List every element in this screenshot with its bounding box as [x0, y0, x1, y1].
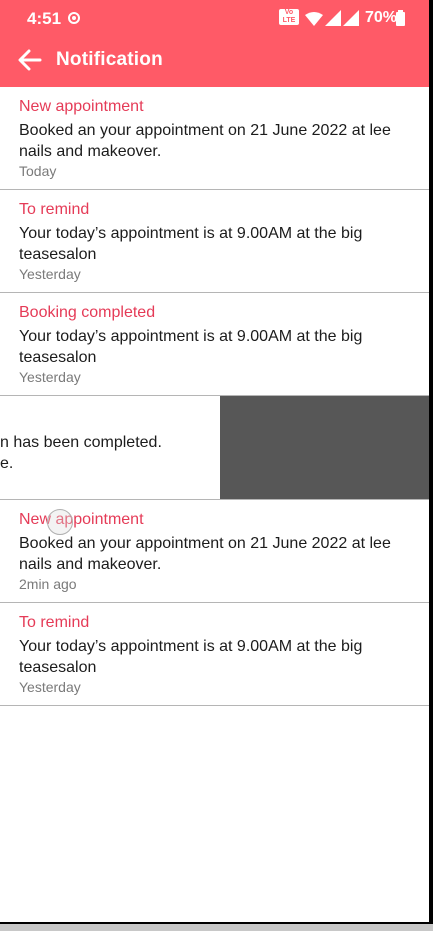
notification-title: New appointment: [19, 98, 144, 115]
notification-list: New appointment Booked an your appointme…: [0, 87, 429, 706]
notification-time: Yesterday: [19, 266, 81, 282]
notification-screen: 4:51 Vo LTE 70% Notification New appointm…: [0, 0, 429, 922]
notification-item[interactable]: New appointment Booked an your appointme…: [0, 500, 429, 603]
wifi-icon: [305, 12, 323, 26]
page-title: Notification: [56, 49, 163, 70]
back-arrow-icon[interactable]: [18, 49, 42, 71]
notification-body: Your today’s appointment is at 9.00AM at…: [19, 225, 363, 263]
notification-body: Booked an your appointment on 21 June 20…: [19, 535, 391, 573]
notification-title: Booking completed: [19, 304, 156, 321]
signal-strength-2-icon: [343, 10, 359, 26]
swiped-notification-item[interactable]: n has been completed. e.: [0, 396, 429, 500]
signal-strength-icon: [325, 10, 341, 26]
touch-ripple-icon: [47, 509, 73, 535]
notification-item[interactable]: To remind Your today’s appointment is at…: [0, 603, 429, 706]
notification-body: Your today’s appointment is at 9.00AM at…: [19, 328, 363, 366]
notification-body: Booked an your appointment on 21 June 20…: [19, 122, 391, 160]
volte-icon: Vo LTE: [279, 9, 299, 25]
notification-time: Yesterday: [19, 369, 81, 385]
notification-item[interactable]: Booking completed Your today’s appointme…: [0, 293, 429, 396]
status-bar: 4:51 Vo LTE 70%: [0, 0, 429, 36]
notification-item[interactable]: New appointment Booked an your appointme…: [0, 87, 429, 190]
notification-body: Your today’s appointment is at 9.00AM at…: [19, 638, 363, 676]
notification-title: New appointment: [19, 511, 144, 528]
bottom-edge-bar: [0, 924, 433, 931]
swiped-body-line2: e.: [0, 455, 14, 472]
swipe-action-area[interactable]: [220, 396, 429, 499]
swiped-notification-body: n has been completed. e.: [0, 432, 162, 474]
notification-item[interactable]: To remind Your today’s appointment is at…: [0, 190, 429, 293]
battery-icon: [396, 10, 405, 26]
status-time: 4:51: [27, 9, 62, 28]
notification-time: Yesterday: [19, 679, 81, 695]
battery-percent: 70%: [365, 9, 398, 26]
notification-title: To remind: [19, 614, 90, 631]
notification-time: 2min ago: [19, 576, 77, 592]
swiped-body-line1: n has been completed.: [0, 434, 162, 451]
app-header: 4:51 Vo LTE 70% Notification: [0, 0, 429, 87]
notification-time: Today: [19, 163, 57, 179]
notification-dot-icon: [68, 12, 80, 24]
notification-title: To remind: [19, 201, 90, 218]
